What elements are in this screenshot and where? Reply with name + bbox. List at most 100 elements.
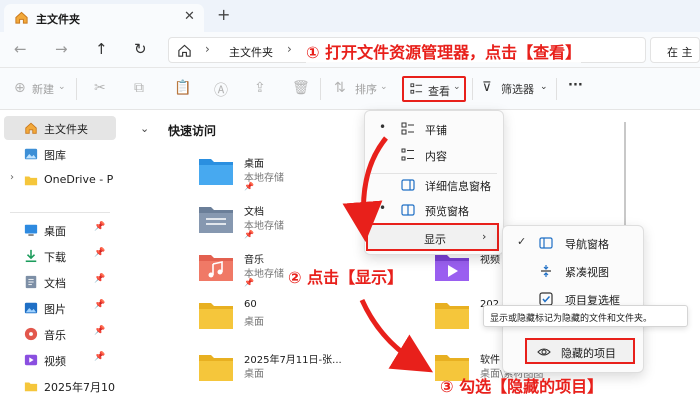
breadcrumb-separator: › xyxy=(287,42,292,56)
sidebar-item-onedrive[interactable]: › OneDrive - P xyxy=(4,168,116,192)
pictures-icon xyxy=(24,302,38,314)
filter-icon[interactable]: ⊽ xyxy=(482,80,492,95)
chevron-down-icon: ⌄ xyxy=(380,82,388,92)
pin-icon: 📌 xyxy=(244,182,254,191)
command-bar: ⊕ 新建 ⌄ ✂ ⧉ 📋 Ⓐ ⇪ 🗑 ⇅ 排序 ⌄ 查看 ⌄ ⊽ 筛选器 ⌄ ·… xyxy=(0,68,700,110)
view-dropdown-menu: • 平铺 内容 详细信息窗格 • 预览窗格 显示 › xyxy=(364,110,504,255)
submenu-item-label: 紧凑视图 xyxy=(565,266,609,279)
submenu-item-navigation-pane[interactable]: ✓ 导航窗格 xyxy=(507,230,641,256)
copy-icon[interactable]: ⧉ xyxy=(134,80,144,96)
menu-item-content[interactable]: 内容 xyxy=(369,143,499,167)
chevron-down-icon[interactable]: ⌄ xyxy=(140,122,149,135)
sidebar-item-gallery[interactable]: 图库 xyxy=(4,142,116,166)
sidebar-item-desktop[interactable]: 桌面 📌 xyxy=(4,218,116,242)
sort-icon[interactable]: ⇅ xyxy=(334,80,346,96)
sidebar-item-videos[interactable]: 视频 📌 xyxy=(4,348,116,372)
folder-icon xyxy=(435,303,469,329)
show-submenu: ✓ 导航窗格 紧凑视图 项目复选框 隐藏的项目 xyxy=(502,225,644,373)
desktop-icon xyxy=(24,224,38,236)
document-icon xyxy=(25,275,37,289)
new-tab-button[interactable]: + xyxy=(217,5,230,24)
menu-item-tiles[interactable]: • 平铺 xyxy=(369,117,499,141)
annotation-step-1: ① 打开文件资源管理器，点击【查看】 xyxy=(306,39,582,63)
toolbar-divider xyxy=(76,78,77,100)
breadcrumb-home[interactable]: 主文件夹 xyxy=(229,44,273,60)
pin-icon[interactable]: 📌 xyxy=(94,274,105,284)
home-icon xyxy=(15,11,28,24)
submenu-item-hidden-items[interactable]: 隐藏的项目 xyxy=(525,338,635,364)
share-icon[interactable]: ⇪ xyxy=(254,80,266,96)
refresh-icon[interactable]: ↻ xyxy=(134,40,147,58)
pin-icon[interactable]: 📌 xyxy=(94,248,105,258)
sidebar-item-home[interactable]: 主文件夹 xyxy=(4,116,116,140)
navigation-pane: 主文件夹 图库 › OneDrive - P 桌面 📌 下载 📌 文档 📌 图片… xyxy=(0,110,118,401)
new-plus-icon[interactable]: ⊕ xyxy=(14,80,26,96)
menu-item-label: 详细信息窗格 xyxy=(425,180,491,193)
sidebar-item-label: 音乐 xyxy=(44,329,66,342)
toolbar-divider xyxy=(472,78,473,100)
desktop-folder-icon xyxy=(199,159,233,185)
toolbar-divider xyxy=(556,78,557,100)
gallery-icon xyxy=(24,148,38,160)
file-location: 桌面 xyxy=(244,369,264,380)
pin-icon[interactable]: 📌 xyxy=(94,300,105,310)
forward-arrow-icon[interactable]: → xyxy=(55,40,68,58)
pin-icon[interactable]: 📌 xyxy=(94,326,105,336)
home-outline-icon xyxy=(178,44,191,57)
menu-item-show[interactable]: 显示 › xyxy=(366,223,499,251)
video-icon xyxy=(24,354,38,366)
chevron-down-icon: ⌄ xyxy=(453,82,461,92)
file-name: 软件 xyxy=(480,355,500,366)
file-name: 桌面 xyxy=(244,159,264,170)
submenu-item-label: 导航窗格 xyxy=(565,238,609,251)
pin-icon[interactable]: 📌 xyxy=(94,222,105,232)
file-name: 2025年7月11日-张... xyxy=(244,355,342,366)
search-input[interactable]: 在 主 xyxy=(650,37,700,63)
submenu-item-compact-view[interactable]: 紧凑视图 xyxy=(507,258,641,284)
checkbox-icon xyxy=(539,292,553,306)
cut-icon[interactable]: ✂ xyxy=(94,80,106,96)
preview-pane-icon xyxy=(401,204,415,216)
tab-home[interactable]: 主文件夹 ✕ xyxy=(4,4,204,32)
breadcrumb-separator: › xyxy=(205,42,210,56)
file-location: 桌面 xyxy=(244,317,264,328)
new-button-label[interactable]: 新建 xyxy=(32,81,54,97)
sidebar-item-label: 文档 xyxy=(44,277,66,290)
annotation-step-3: ③ 勾选【隐藏的项目】 xyxy=(440,377,604,396)
sidebar-item-label: 2025年7月10 xyxy=(44,381,115,394)
selected-dot-icon: • xyxy=(379,120,387,134)
file-name: 60 xyxy=(244,299,257,310)
pin-icon: 📌 xyxy=(244,230,254,239)
music-folder-icon xyxy=(199,255,233,281)
tab-close-icon[interactable]: ✕ xyxy=(184,9,195,24)
navigation-pane-icon xyxy=(539,237,553,249)
content-icon xyxy=(401,148,414,161)
view-button[interactable]: 查看 ⌄ xyxy=(402,76,466,102)
sidebar-item-folder-2025[interactable]: 2025年7月10 xyxy=(4,374,116,398)
pin-icon[interactable]: 📌 xyxy=(94,352,105,362)
file-name: 音乐 xyxy=(244,255,264,266)
sidebar-item-pictures[interactable]: 图片 📌 xyxy=(4,296,116,320)
rename-icon[interactable]: Ⓐ xyxy=(214,80,228,100)
sidebar-item-downloads[interactable]: 下载 📌 xyxy=(4,244,116,268)
menu-item-details-pane[interactable]: 详细信息窗格 xyxy=(369,173,499,197)
filter-button-label[interactable]: 筛选器 xyxy=(501,81,534,97)
more-options-icon[interactable]: ··· xyxy=(568,78,583,93)
paste-icon[interactable]: 📋 xyxy=(174,80,191,96)
chevron-right-icon[interactable]: › xyxy=(10,172,14,183)
menu-item-label: 平铺 xyxy=(425,124,447,137)
back-arrow-icon[interactable]: ← xyxy=(14,40,27,58)
checkmark-icon: ✓ xyxy=(517,235,527,248)
sidebar-item-music[interactable]: 音乐 📌 xyxy=(4,322,116,346)
delete-icon[interactable]: 🗑 xyxy=(292,80,310,96)
up-arrow-icon[interactable]: ↑ xyxy=(95,40,108,58)
sort-button-label[interactable]: 排序 xyxy=(355,81,377,97)
file-name: 文档 xyxy=(244,207,264,218)
sidebar-item-label: 视频 xyxy=(44,355,66,368)
chevron-right-icon: › xyxy=(482,230,487,243)
sidebar-item-label: 图库 xyxy=(44,149,66,162)
sidebar-item-documents[interactable]: 文档 📌 xyxy=(4,270,116,294)
menu-item-preview-pane[interactable]: • 预览窗格 xyxy=(369,198,499,222)
view-list-icon xyxy=(410,83,423,94)
chevron-down-icon: ⌄ xyxy=(540,82,548,92)
